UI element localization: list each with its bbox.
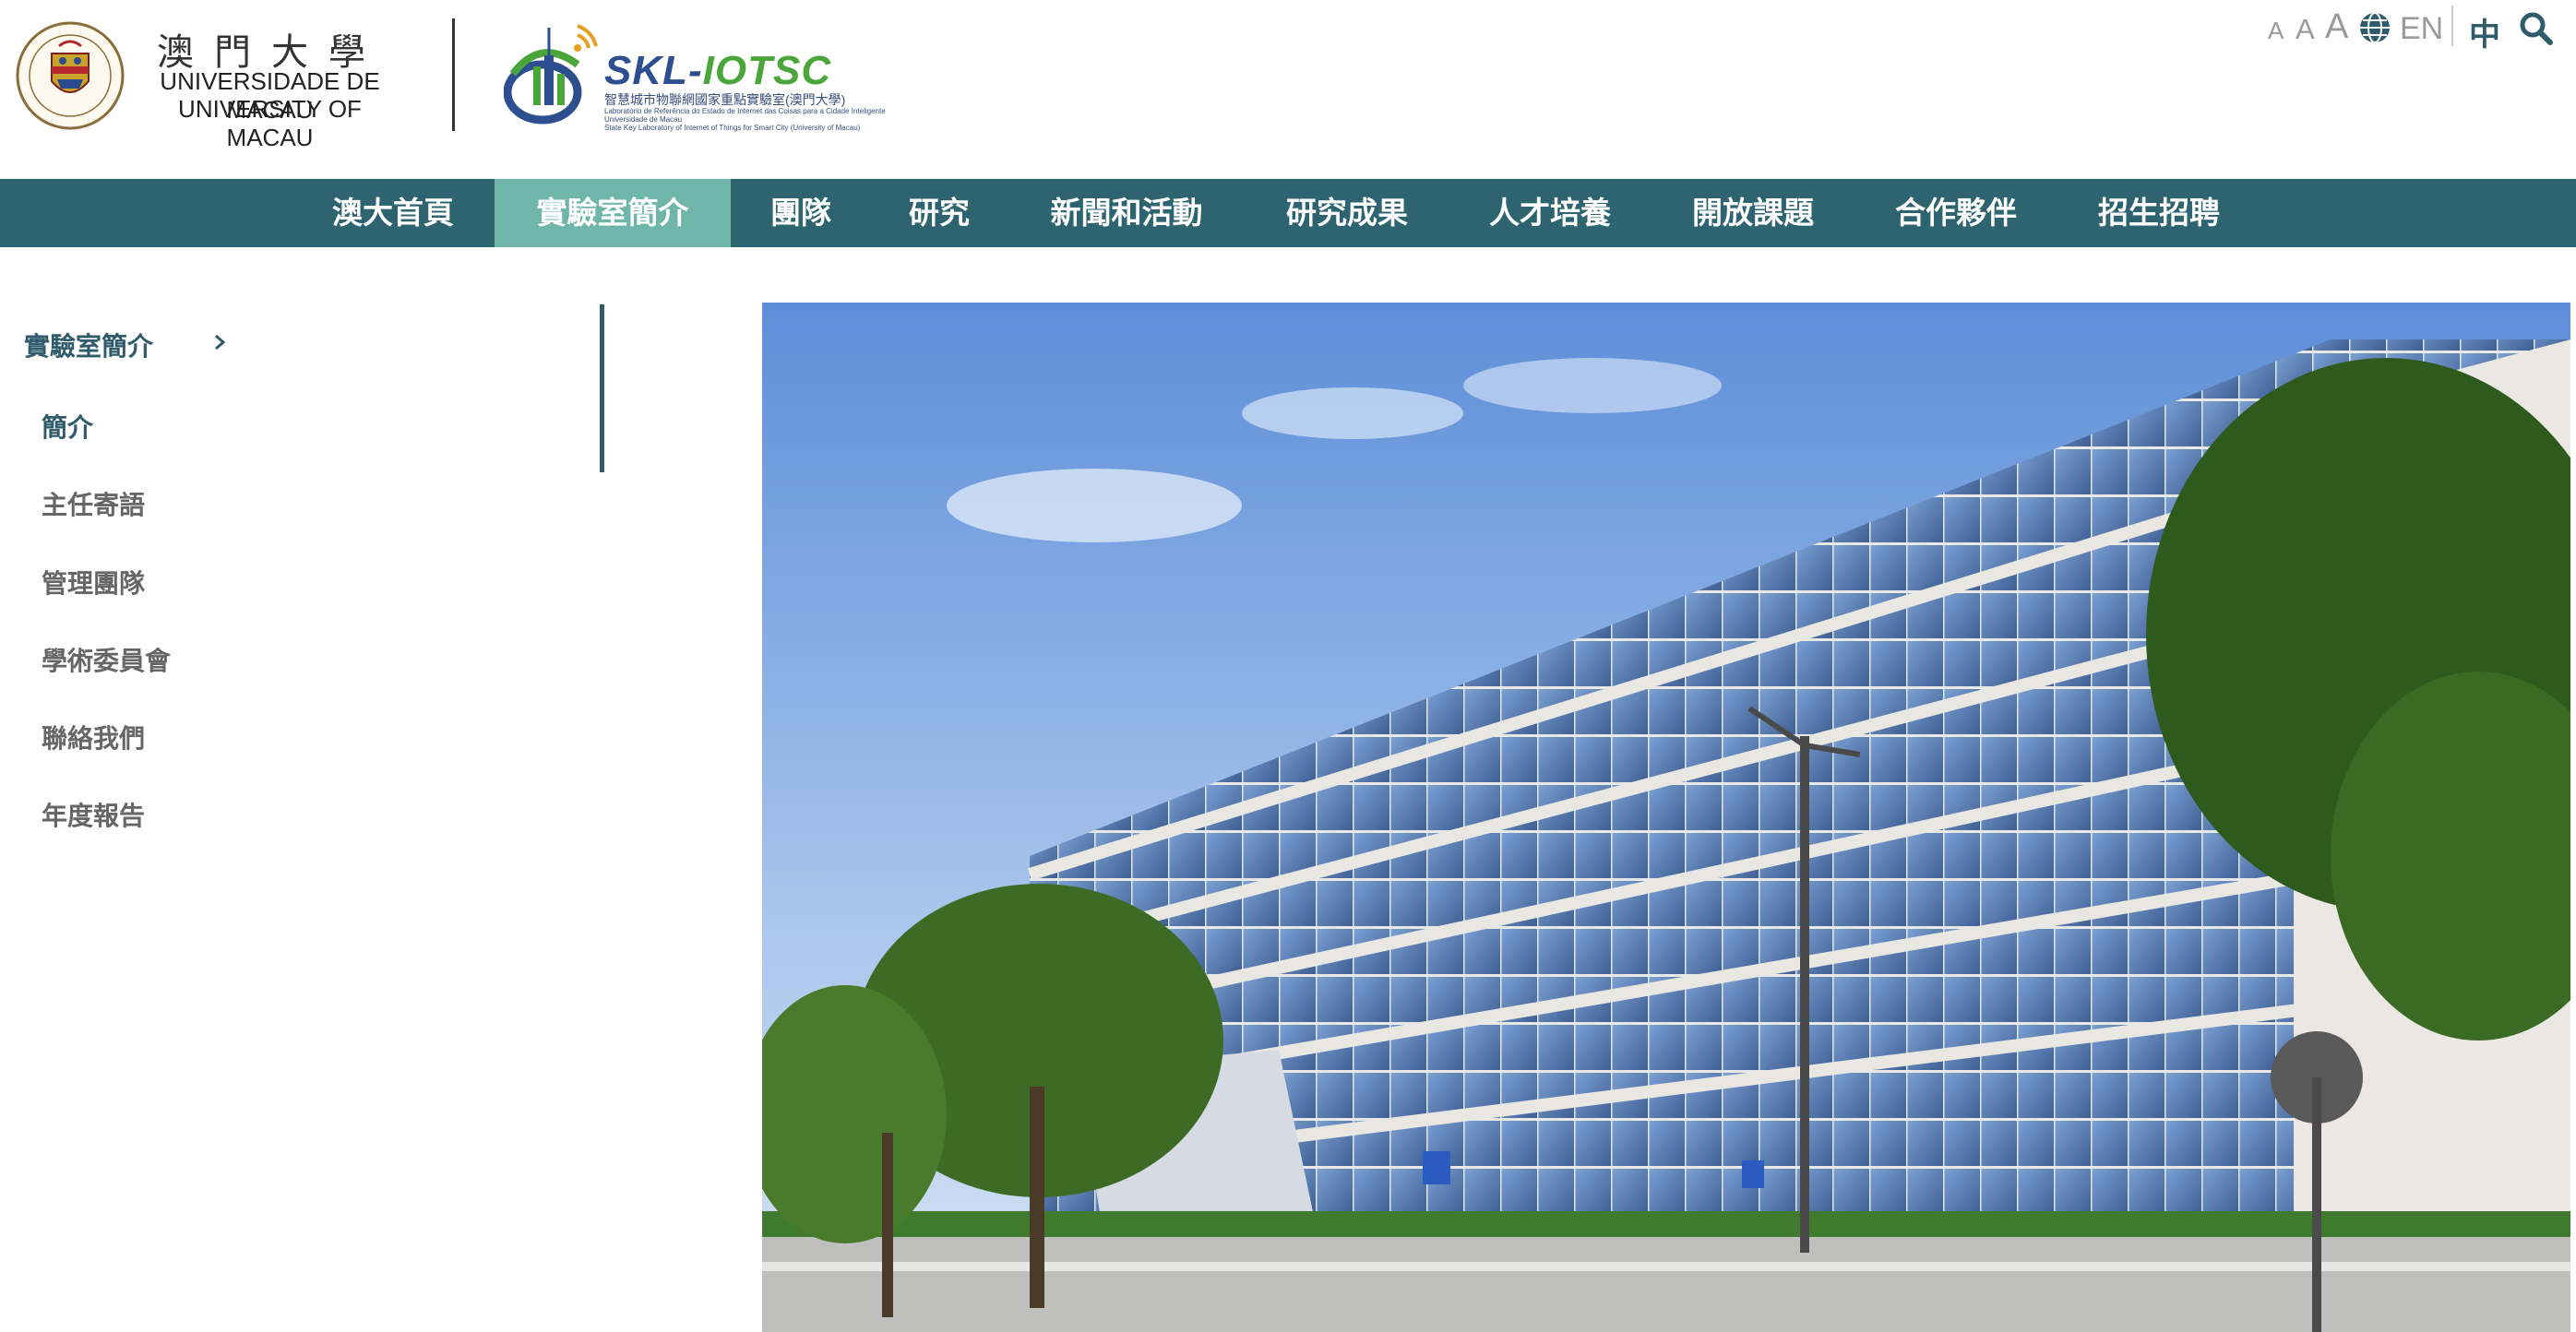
language-zh-link[interactable]: 中 xyxy=(2469,9,2500,54)
nav-item-news-events[interactable]: 新聞和活動 xyxy=(1032,179,1222,247)
sidebar-item-annual-report[interactable]: 年度報告 xyxy=(42,796,145,833)
logo-divider xyxy=(452,18,455,131)
sidebar-item-academic-committee[interactable]: 學術委員會 xyxy=(42,641,171,678)
nav-item-research-results[interactable]: 研究成果 xyxy=(1270,179,1425,247)
font-size-small-button[interactable]: A xyxy=(2268,17,2284,45)
chevron-right-icon[interactable] xyxy=(209,328,233,356)
sidebar-item-director-message[interactable]: 主任寄語 xyxy=(42,485,145,522)
lab-wordmark: SKL-IOTSC xyxy=(604,48,831,94)
lab-subtitle-chinese: 智慧城市物聯網國家重點實驗室(澳門大學) xyxy=(604,92,846,107)
font-size-medium-button[interactable]: A xyxy=(2296,13,2315,46)
lab-wordmark-iotsc: IOTSC xyxy=(702,48,832,93)
sidebar-item-intro[interactable]: 簡介 xyxy=(42,408,93,445)
nav-item-lab-intro[interactable]: 實驗室簡介 xyxy=(495,179,731,247)
lab-emblem-icon xyxy=(504,24,598,125)
nav-item-recruitment[interactable]: 招生招聘 xyxy=(2081,179,2236,247)
nav-item-team[interactable]: 團隊 xyxy=(749,179,853,247)
sidebar-item-management-team[interactable]: 管理團隊 xyxy=(42,564,145,601)
lab-subtitle-portuguese: Laboratório de Referência do Estado de I… xyxy=(604,107,886,115)
search-icon[interactable] xyxy=(2519,11,2554,46)
lab-subtitle-english: State Key Laboratory of Internet of Thin… xyxy=(604,124,861,132)
globe-icon[interactable] xyxy=(2358,11,2391,44)
site-header: 澳門大學 UNIVERSIDADE DE MACAU UNIVERSITY OF… xyxy=(0,0,2576,179)
sidebar-active-indicator xyxy=(600,304,604,472)
lab-wordmark-skl: SKL xyxy=(604,48,688,93)
university-seal-icon xyxy=(16,21,125,130)
font-size-large-button[interactable]: A xyxy=(2325,7,2348,47)
nav-item-research[interactable]: 研究 xyxy=(888,179,991,247)
sidebar-title[interactable]: 實驗室簡介 xyxy=(24,327,153,363)
sidebar-item-contact-us[interactable]: 聯絡我們 xyxy=(42,719,145,755)
lab-wordmark-dash: - xyxy=(688,48,703,93)
building-photo-illustration xyxy=(762,303,2570,1332)
lab-building-photo xyxy=(762,303,2570,1332)
language-en-link[interactable]: EN xyxy=(2400,11,2443,47)
tools-divider xyxy=(2451,6,2453,46)
um-name-english: UNIVERSITY OF MACAU xyxy=(178,95,362,151)
nav-item-talent-training[interactable]: 人才培養 xyxy=(1473,179,1628,247)
lab-subtitle-portuguese-2: Universidade de Macau xyxy=(604,115,683,124)
nav-item-partners[interactable]: 合作夥伴 xyxy=(1878,179,2033,247)
nav-item-um-home[interactable]: 澳大首頁 xyxy=(310,179,476,247)
nav-item-open-projects[interactable]: 開放課題 xyxy=(1676,179,1831,247)
main-nav: 澳大首頁 實驗室簡介 團隊 研究 新聞和活動 研究成果 人才培養 開放課題 合作… xyxy=(0,179,2576,247)
